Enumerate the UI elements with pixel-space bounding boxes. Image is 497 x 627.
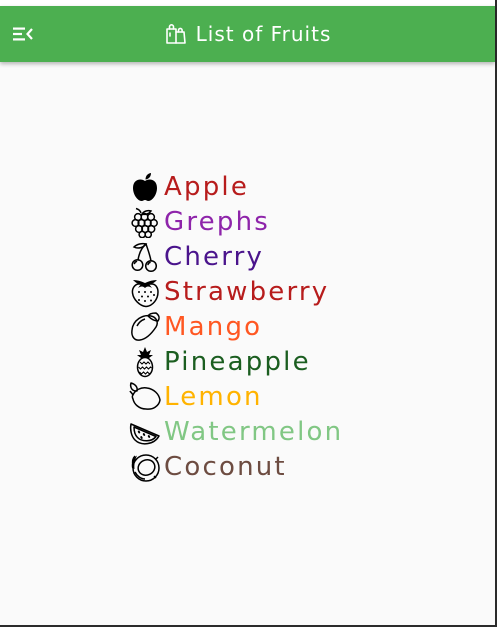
list-item: Mango bbox=[129, 309, 343, 344]
list-item: Apple bbox=[129, 169, 343, 204]
fruit-label: Strawberry bbox=[164, 276, 330, 307]
list-item: Pineapple bbox=[129, 344, 343, 379]
fruit-label: Lemon bbox=[164, 381, 263, 412]
list-item: Coconut bbox=[129, 449, 343, 484]
list-item: Cherry bbox=[129, 239, 343, 274]
fruit-label: Mango bbox=[164, 311, 263, 342]
mango-icon bbox=[131, 311, 160, 341]
grapes-icon bbox=[131, 207, 158, 238]
fruit-label: Watermelon bbox=[164, 416, 344, 447]
menu-button[interactable] bbox=[9, 21, 37, 47]
apple-icon bbox=[133, 172, 157, 201]
pineapple-icon bbox=[136, 346, 154, 377]
list-item: Lemon bbox=[129, 379, 343, 414]
cherry-icon bbox=[131, 242, 158, 272]
fruit-label: Grephs bbox=[164, 206, 270, 237]
fruit-list: Apple Grephs Cherry Strawberry Mango Pin… bbox=[129, 169, 343, 484]
app-frame: List of Fruits Apple Grephs Cherry Straw… bbox=[0, 0, 497, 627]
app-title: List of Fruits bbox=[164, 22, 332, 46]
list-item: Strawberry bbox=[129, 274, 343, 309]
fruit-label: Coconut bbox=[164, 451, 287, 482]
list-item: Grephs bbox=[129, 204, 343, 239]
watermelon-icon bbox=[129, 422, 160, 444]
page-title: List of Fruits bbox=[195, 22, 332, 46]
lemon-icon bbox=[129, 381, 161, 410]
fruit-label: Cherry bbox=[164, 241, 265, 272]
strawberry-icon bbox=[131, 279, 159, 307]
app-bar: List of Fruits bbox=[0, 6, 495, 62]
list-item: Watermelon bbox=[129, 414, 343, 449]
fruit-label: Pineapple bbox=[164, 346, 311, 377]
fruit-label: Apple bbox=[164, 171, 250, 202]
coconut-icon bbox=[131, 453, 160, 482]
shopping-bags-icon bbox=[165, 24, 186, 44]
menu-open-icon bbox=[13, 27, 33, 41]
